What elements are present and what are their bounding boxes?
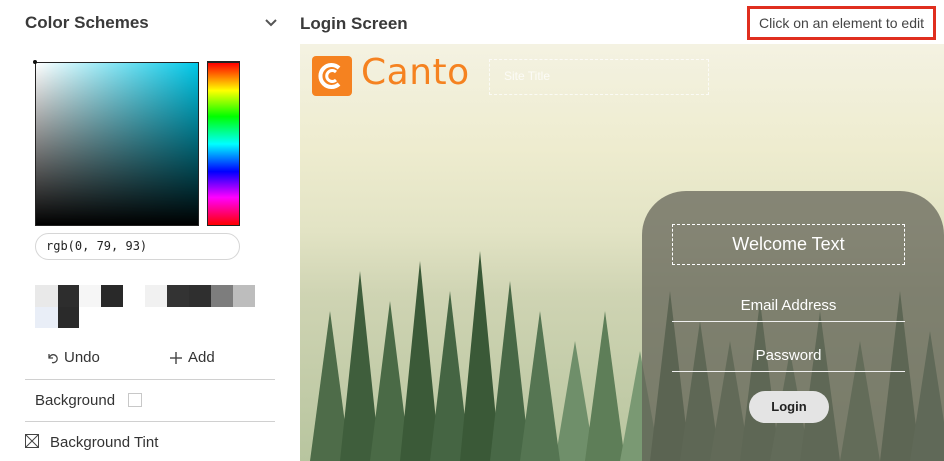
login-card[interactable]: Welcome Text Email Address Password Logi… (642, 191, 944, 461)
hue-slider[interactable] (207, 62, 240, 226)
logo-text[interactable]: Canto (361, 52, 470, 93)
saturation-value-picker[interactable] (35, 62, 199, 226)
welcome-text[interactable]: Welcome Text (672, 224, 905, 265)
color-swatch[interactable] (233, 285, 255, 307)
background-checkbox[interactable] (128, 393, 142, 407)
add-button[interactable]: Add (169, 349, 215, 366)
undo-button[interactable]: Undo (47, 349, 100, 366)
page-title: Login Screen (300, 14, 408, 33)
canto-logo-icon[interactable] (312, 56, 352, 96)
chevron-down-icon[interactable] (262, 14, 280, 32)
divider (25, 379, 275, 380)
edit-hint: Click on an element to edit (747, 6, 936, 40)
color-schemes-title: Color Schemes (25, 13, 149, 32)
tree-decoration (520, 311, 560, 461)
color-swatch[interactable] (58, 307, 79, 328)
email-field[interactable]: Email Address (672, 291, 905, 322)
undo-icon (48, 353, 58, 363)
color-swatch[interactable] (211, 285, 233, 307)
login-preview: Canto Site Title Welcome Text Email Addr… (300, 44, 944, 461)
password-field[interactable]: Password (672, 341, 905, 372)
plus-icon (170, 351, 182, 364)
background-tint-checkbox[interactable] (25, 434, 39, 448)
color-swatch[interactable] (145, 285, 167, 307)
color-swatch[interactable] (101, 285, 123, 307)
login-button[interactable]: Login (749, 391, 829, 423)
background-tint-label: Background Tint (50, 434, 159, 451)
saturation-handle[interactable] (33, 60, 37, 64)
undo-label: Undo (64, 349, 100, 366)
hue-handle[interactable] (207, 61, 240, 63)
color-swatch[interactable] (35, 307, 58, 328)
site-title-field[interactable]: Site Title (489, 59, 709, 95)
color-value-input[interactable]: rgb(0, 79, 93) (35, 233, 240, 260)
color-swatch[interactable] (189, 285, 211, 307)
background-label: Background (35, 392, 116, 409)
tree-decoration (585, 311, 625, 461)
divider (25, 421, 275, 422)
add-label: Add (188, 349, 215, 366)
color-swatch[interactable] (79, 285, 101, 307)
color-swatch[interactable] (35, 285, 58, 307)
color-swatch[interactable] (123, 285, 145, 307)
